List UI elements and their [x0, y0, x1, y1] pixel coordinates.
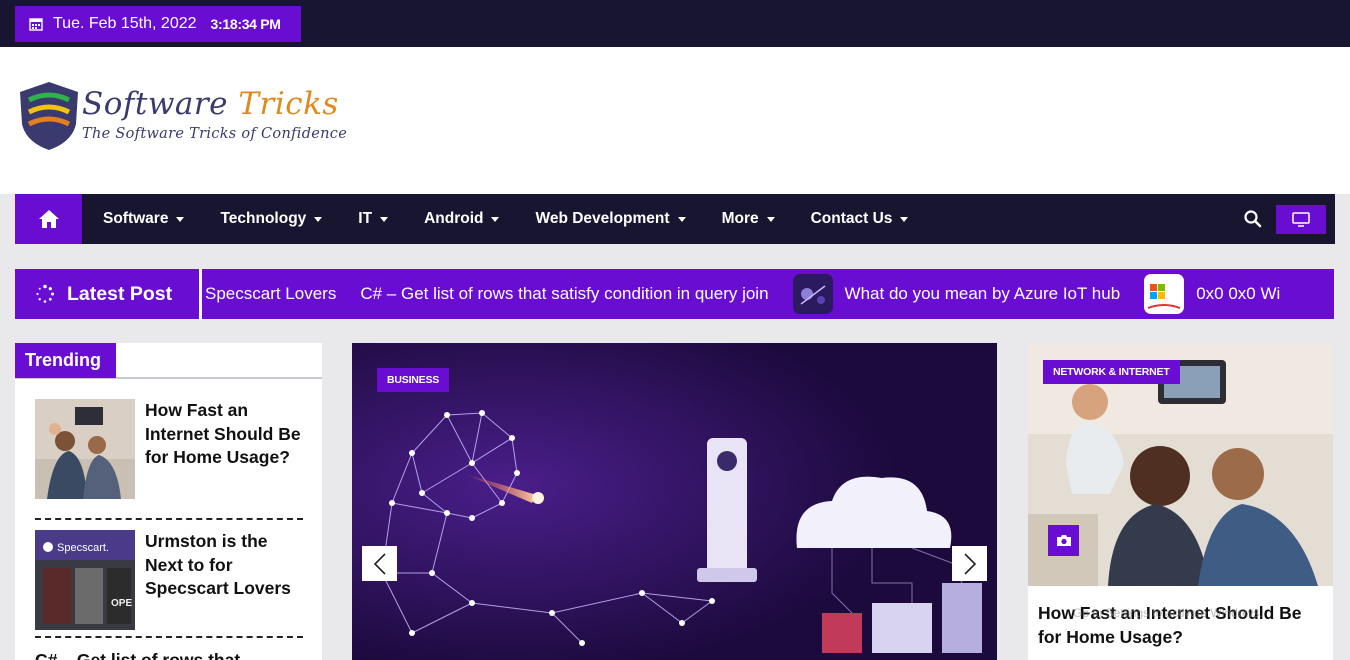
slider-next-button[interactable] — [952, 546, 987, 581]
nav-item-contact-us[interactable]: Contact Us — [811, 210, 909, 228]
trending-widget: Trending How Fast an Internet Should Be … — [15, 343, 322, 660]
chevron-down-icon — [900, 216, 909, 222]
date-time-box: Tue. Feb 15th, 2022 3:18:34 PM — [15, 6, 301, 42]
camera-button[interactable] — [1048, 525, 1079, 556]
calendar-icon — [29, 18, 43, 31]
chevron-down-icon — [176, 216, 185, 222]
chevron-down-icon — [491, 216, 500, 222]
open-sign-text: OPE — [111, 598, 132, 609]
trending-title[interactable]: C# – Get list of rows that — [35, 649, 295, 660]
trending-header: Trending — [15, 343, 322, 379]
shield-logo-icon — [20, 82, 78, 150]
trending-title[interactable]: How Fast an Internet Should Be for Home … — [145, 399, 305, 470]
nav-item-it[interactable]: IT — [358, 210, 389, 228]
camera-icon — [1056, 535, 1071, 546]
spinner-icon — [36, 284, 54, 303]
trending-item[interactable]: C# – Get list of rows that — [35, 649, 303, 660]
logo-tagline: The Software Tricks of Confidence — [82, 126, 348, 142]
trending-label: Trending — [15, 343, 116, 378]
date-text: Tue. Feb 15th, 2022 — [53, 15, 197, 32]
nav-item-web-development[interactable]: Web Development — [535, 210, 686, 228]
main-nav: Software Technology IT Android Web Devel… — [15, 194, 1335, 244]
trending-thumbnail[interactable]: Specscart. OPE — [35, 530, 135, 630]
logo-title: Software Tricks — [82, 86, 339, 122]
chevron-left-icon — [373, 552, 386, 575]
trending-title[interactable]: Urmston is the Next to for Specscart Lov… — [145, 530, 305, 601]
search-icon[interactable] — [1243, 209, 1263, 229]
top-bar: Tue. Feb 15th, 2022 3:18:34 PM — [0, 0, 1350, 47]
category-badge[interactable]: BUSINESS — [377, 368, 450, 392]
monitor-icon — [1292, 212, 1310, 227]
nav-item-android[interactable]: Android — [424, 210, 500, 228]
divider — [35, 518, 303, 520]
site-logo[interactable]: Software Tricks The Software Tricks of C… — [18, 80, 378, 160]
chevron-down-icon — [766, 216, 775, 222]
theme-toggle-button[interactable] — [1276, 205, 1326, 234]
trending-thumbnail[interactable] — [35, 399, 135, 499]
card-image[interactable]: NETWORK & INTERNET — [1028, 344, 1333, 586]
site-header: Software Tricks The Software Tricks of C… — [0, 47, 1350, 194]
ticker-thumbnail — [792, 274, 833, 314]
activate-windows-subtext: Go to Settings to activate Windows. — [1073, 606, 1263, 620]
nav-item-more[interactable]: More — [722, 210, 775, 228]
nav-item-software[interactable]: Software — [103, 210, 185, 228]
home-button[interactable] — [15, 194, 82, 244]
ticker-thumbnail — [1144, 274, 1185, 314]
chevron-down-icon — [380, 216, 389, 222]
trending-item[interactable]: Specscart. OPE Urmston is the Next to fo… — [35, 530, 303, 630]
trending-item[interactable]: How Fast an Internet Should Be for Home … — [35, 399, 303, 499]
nav-item-technology[interactable]: Technology — [220, 210, 323, 228]
featured-slider[interactable]: BUSINESS — [352, 343, 997, 660]
home-icon — [38, 210, 59, 228]
time-text: 3:18:34 PM — [210, 16, 281, 32]
slider-prev-button[interactable] — [362, 546, 397, 581]
chevron-down-icon — [314, 216, 323, 222]
ticker-item[interactable]: Specscart Lovers — [205, 284, 336, 304]
specscart-sign-text: Specscart. — [57, 542, 109, 554]
activate-windows-watermark: Activate Windows — [1073, 583, 1208, 602]
ticker-item[interactable]: C# – Get list of rows that satisfy condi… — [360, 284, 768, 304]
category-badge[interactable]: NETWORK & INTERNET — [1043, 360, 1180, 384]
ticker-item[interactable]: 0x0 0x0 Wi — [1144, 274, 1280, 314]
chevron-right-icon — [963, 552, 976, 575]
chevron-down-icon — [677, 216, 686, 222]
ticker-track: Specscart Lovers C# – Get list of rows t… — [205, 269, 1304, 319]
divider — [35, 636, 303, 638]
menu-items: Software Technology IT Android Web Devel… — [85, 194, 944, 244]
latest-post-label: Latest Post — [15, 269, 202, 319]
ticker-item[interactable]: What do you mean by Azure IoT hub — [792, 274, 1120, 314]
latest-post-ticker: Latest Post Specscart Lovers C# – Get li… — [15, 269, 1334, 319]
